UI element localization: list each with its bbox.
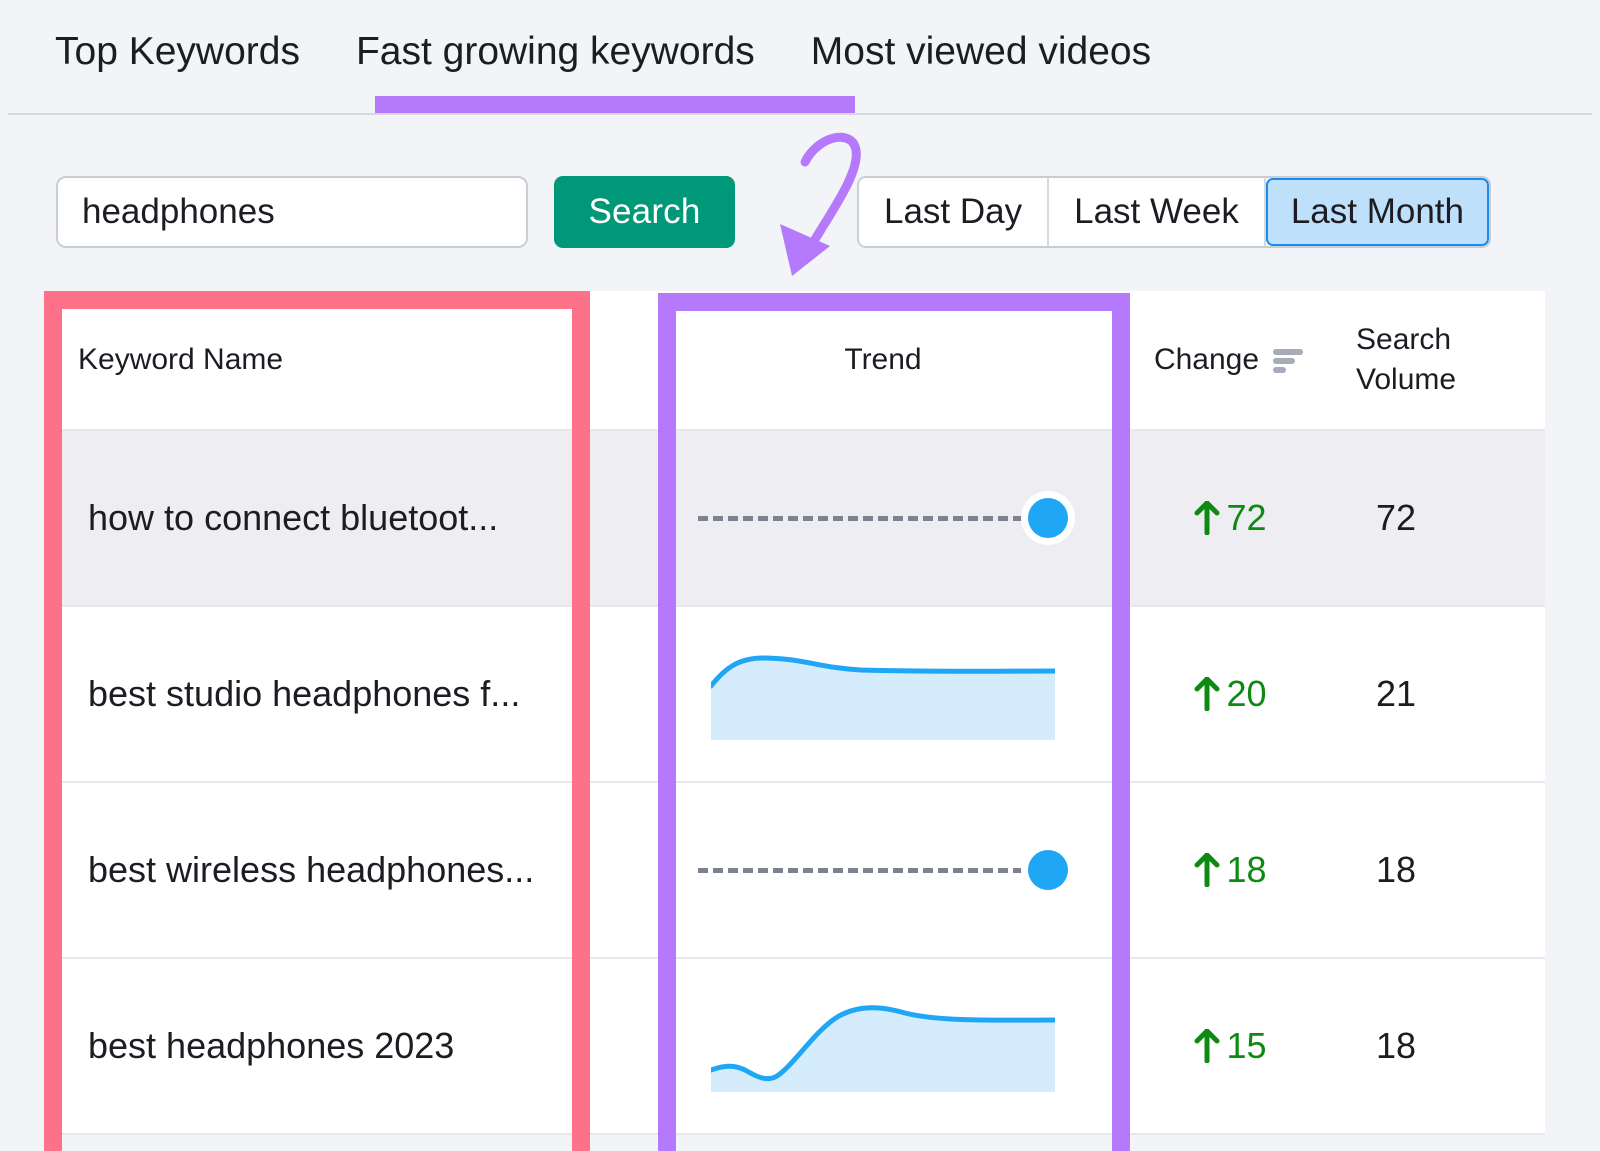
range-last-month[interactable]: Last Month: [1266, 178, 1489, 246]
cell-spacer: [571, 431, 653, 605]
cell-trend: [653, 959, 1113, 1133]
cell-keyword: best wireless headphones...: [44, 783, 571, 957]
header-label-change-wrap: Change: [1154, 343, 1307, 377]
arrow-up-icon: [1194, 1029, 1220, 1063]
cell-search-volume: 21: [1348, 607, 1543, 781]
header-label-change: Change: [1154, 343, 1259, 377]
cell-search-volume: 72: [1348, 431, 1543, 605]
time-range-segmented-control: Last Day Last Week Last Month: [857, 176, 1491, 248]
cell-search-volume: 18: [1348, 783, 1543, 957]
table-row[interactable]: best headphones 2023 15 18: [44, 959, 1545, 1135]
search-volume-value: 18: [1356, 1025, 1416, 1067]
tab-fast-growing-keywords[interactable]: Fast growing keywords: [328, 32, 783, 71]
cell-search-volume: 18: [1348, 959, 1543, 1133]
trend-sparkline-area: [711, 648, 1055, 740]
table-header-row: Keyword Name Trend Change Search Volume: [44, 291, 1545, 431]
cell-trend: [653, 783, 1113, 957]
range-last-day[interactable]: Last Day: [859, 178, 1049, 246]
header-cell-change[interactable]: Change: [1113, 291, 1348, 429]
cell-change: 18: [1113, 783, 1348, 957]
tab-list: Top Keywords Fast growing keywords Most …: [55, 32, 1179, 71]
cell-spacer: [571, 607, 653, 781]
change-value-wrap: 72: [1194, 497, 1266, 539]
cell-spacer: [571, 959, 653, 1133]
cell-change: 20: [1113, 607, 1348, 781]
cell-spacer: [571, 783, 653, 957]
header-cell-spacer: [571, 291, 653, 429]
search-volume-value: 72: [1356, 497, 1416, 539]
cell-trend: [653, 607, 1113, 781]
controls-row: Search Last Day Last Week Last Month: [0, 115, 1600, 290]
search-button[interactable]: Search: [554, 176, 735, 248]
range-last-week[interactable]: Last Week: [1049, 178, 1266, 246]
header-cell-trend[interactable]: Trend: [653, 291, 1113, 429]
keyword-text: best headphones 2023: [44, 1025, 454, 1067]
sort-descending-icon[interactable]: [1273, 347, 1307, 373]
keyword-text: best wireless headphones...: [44, 849, 534, 891]
search-volume-value: 21: [1356, 673, 1416, 715]
trend-endpoint-dot: [1028, 850, 1068, 890]
header-label-search-volume: Search Volume: [1356, 320, 1456, 399]
change-value-wrap: 18: [1194, 849, 1266, 891]
active-tab-underline-annotation: [375, 96, 855, 113]
cell-trend: [653, 431, 1113, 605]
arrow-up-icon: [1194, 853, 1220, 887]
tab-most-viewed-videos[interactable]: Most viewed videos: [783, 32, 1179, 71]
trend-sparkline-flat: [698, 498, 1068, 538]
cell-keyword: how to connect bluetoot...: [44, 431, 571, 605]
header-cell-search-volume[interactable]: Search Volume: [1348, 291, 1543, 429]
tab-bar: Top Keywords Fast growing keywords Most …: [0, 0, 1600, 115]
keywords-table: Keyword Name Trend Change Search Volume: [44, 291, 1545, 1135]
change-value-wrap: 15: [1194, 1025, 1266, 1067]
trend-dashed-line: [698, 868, 1038, 873]
change-value: 15: [1226, 1025, 1266, 1067]
cell-keyword: best studio headphones f...: [44, 607, 571, 781]
cell-change: 72: [1113, 431, 1348, 605]
search-volume-value: 18: [1356, 849, 1416, 891]
header-label-trend: Trend: [844, 343, 921, 377]
change-value: 20: [1226, 673, 1266, 715]
change-value: 72: [1226, 497, 1266, 539]
keyword-text: how to connect bluetoot...: [44, 497, 498, 539]
keyword-text: best studio headphones f...: [44, 673, 520, 715]
table-row[interactable]: how to connect bluetoot... 72 72: [44, 431, 1545, 607]
trend-endpoint-dot: [1028, 498, 1068, 538]
search-input[interactable]: [56, 176, 528, 248]
table-row[interactable]: best wireless headphones... 18 18: [44, 783, 1545, 959]
cell-keyword: best headphones 2023: [44, 959, 571, 1133]
trend-sparkline-flat: [698, 850, 1068, 890]
header-label-search-volume-line1: Search: [1356, 323, 1451, 356]
change-value: 18: [1226, 849, 1266, 891]
arrow-up-icon: [1194, 501, 1220, 535]
cell-change: 15: [1113, 959, 1348, 1133]
table-row[interactable]: best studio headphones f... 20 21: [44, 607, 1545, 783]
header-label-keyword: Keyword Name: [44, 343, 283, 377]
tab-top-keywords[interactable]: Top Keywords: [55, 32, 328, 71]
header-cell-keyword[interactable]: Keyword Name: [44, 291, 571, 429]
trend-sparkline-area: [711, 1000, 1055, 1092]
trend-dashed-line: [698, 516, 1038, 521]
change-value-wrap: 20: [1194, 673, 1266, 715]
header-label-search-volume-line2: Volume: [1356, 363, 1456, 396]
arrow-up-icon: [1194, 677, 1220, 711]
